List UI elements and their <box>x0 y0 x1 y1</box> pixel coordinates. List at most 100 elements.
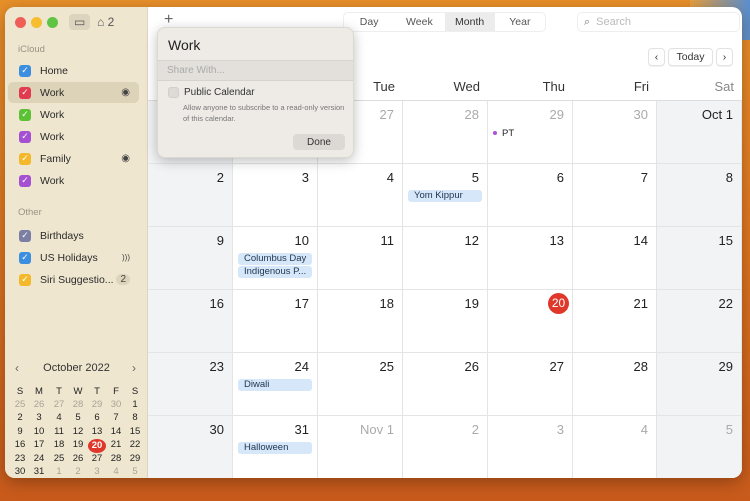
mini-day[interactable]: 20 <box>88 439 106 454</box>
mini-day[interactable]: 4 <box>107 466 125 477</box>
mini-day[interactable]: 17 <box>30 439 48 450</box>
day-cell[interactable]: Oct 1 <box>657 101 742 164</box>
day-cell[interactable]: 13 <box>488 227 573 290</box>
mini-day[interactable]: 5 <box>69 412 87 423</box>
mini-day[interactable]: 3 <box>88 466 106 477</box>
calendar-checkbox[interactable]: ✓ <box>19 64 31 77</box>
mini-day[interactable]: 30 <box>11 466 29 477</box>
event-item[interactable]: Halloween <box>238 442 312 454</box>
day-cell[interactable]: 20 <box>488 290 573 353</box>
mini-day[interactable]: 1 <box>50 466 68 477</box>
sidebar-item-calendar[interactable]: ✓ Siri Suggestio... 2 <box>8 269 139 290</box>
next-month-button[interactable]: › <box>716 48 733 66</box>
done-button[interactable]: Done <box>293 134 345 150</box>
day-cell[interactable]: 24 Diwali <box>233 353 318 416</box>
day-cell[interactable]: 28 <box>573 353 657 416</box>
mini-day[interactable]: 15 <box>126 426 144 437</box>
calendar-checkbox[interactable]: ✓ <box>19 130 31 143</box>
mini-day[interactable]: 10 <box>30 426 48 437</box>
day-cell[interactable]: 9 <box>148 227 233 290</box>
event-item[interactable]: Diwali <box>238 379 312 391</box>
day-cell[interactable]: 3 <box>233 164 318 227</box>
mini-day[interactable]: 18 <box>50 439 68 450</box>
mini-day[interactable]: 5 <box>126 466 144 477</box>
day-cell[interactable]: 22 <box>657 290 742 353</box>
day-cell[interactable]: 30 <box>148 416 233 478</box>
day-cell[interactable]: 31 Halloween <box>233 416 318 478</box>
event-item[interactable]: PT <box>493 128 514 139</box>
mini-day[interactable]: 31 <box>30 466 48 477</box>
sidebar-item-calendar[interactable]: ✓ Work ◉ <box>8 82 139 103</box>
view-tab-week[interactable]: Week <box>394 13 444 31</box>
minimize-button[interactable] <box>31 17 42 28</box>
mini-day[interactable]: 8 <box>126 412 144 423</box>
inbox-button[interactable]: ⌂ 2 <box>97 15 114 29</box>
mini-day[interactable]: 19 <box>69 439 87 450</box>
event-item[interactable]: Indigenous P... <box>238 266 312 278</box>
mini-day[interactable]: 16 <box>11 439 29 450</box>
calendar-checkbox[interactable]: ✓ <box>19 273 31 286</box>
mini-day[interactable]: 25 <box>50 453 68 464</box>
day-cell[interactable]: 19 <box>403 290 488 353</box>
today-button[interactable]: Today <box>668 48 713 66</box>
day-cell[interactable]: 2 <box>148 164 233 227</box>
calendar-checkbox[interactable]: ✓ <box>19 251 31 264</box>
mini-day[interactable]: 11 <box>50 426 68 437</box>
view-tab-year[interactable]: Year <box>495 13 545 31</box>
mini-day[interactable]: 23 <box>11 453 29 464</box>
calendar-checkbox[interactable]: ✓ <box>19 86 31 99</box>
mini-day[interactable]: 27 <box>88 453 106 464</box>
sidebar-item-calendar[interactable]: ✓ Work <box>8 104 139 125</box>
mini-day[interactable]: 1 <box>126 399 144 410</box>
mini-day[interactable]: 29 <box>88 399 106 410</box>
day-cell[interactable]: 27 <box>488 353 573 416</box>
mini-day[interactable]: 28 <box>69 399 87 410</box>
mini-day[interactable]: 27 <box>50 399 68 410</box>
share-with-input[interactable]: Share With... <box>158 60 353 81</box>
day-cell[interactable]: 15 <box>657 227 742 290</box>
day-cell[interactable]: 10 Columbus Day Indigenous P... <box>233 227 318 290</box>
mini-day[interactable]: 30 <box>107 399 125 410</box>
day-cell[interactable]: 18 <box>318 290 403 353</box>
sidebar-item-calendar[interactable]: ✓ Home <box>8 60 139 81</box>
view-tab-month[interactable]: Month <box>444 13 495 31</box>
sidebar-item-calendar[interactable]: ✓ Birthdays <box>8 225 139 246</box>
calendar-checkbox[interactable]: ✓ <box>19 174 31 187</box>
mini-day[interactable]: 25 <box>11 399 29 410</box>
mini-day[interactable]: 26 <box>69 453 87 464</box>
calendar-checkbox[interactable]: ✓ <box>19 108 31 121</box>
day-cell[interactable]: 6 <box>488 164 573 227</box>
day-cell[interactable]: Nov 1 <box>318 416 403 478</box>
mini-day[interactable]: 7 <box>107 412 125 423</box>
calendar-checkbox[interactable]: ✓ <box>19 152 31 165</box>
sidebar-item-calendar[interactable]: ✓ US Holidays))) <box>8 247 139 268</box>
day-cell[interactable]: 7 <box>573 164 657 227</box>
sidebar-item-calendar[interactable]: ✓ Work <box>8 126 139 147</box>
day-cell[interactable]: 5 Yom Kippur <box>403 164 488 227</box>
mini-day[interactable]: 21 <box>107 439 125 450</box>
day-cell[interactable]: 30 <box>573 101 657 164</box>
day-cell[interactable]: 29 <box>657 353 742 416</box>
day-cell[interactable]: 28 <box>403 101 488 164</box>
day-cell[interactable]: 12 <box>403 227 488 290</box>
day-cell[interactable]: 16 <box>148 290 233 353</box>
mini-day[interactable]: 22 <box>126 439 144 450</box>
day-cell[interactable]: 23 <box>148 353 233 416</box>
mini-day[interactable]: 29 <box>126 453 144 464</box>
mini-day[interactable]: 13 <box>88 426 106 437</box>
mini-day[interactable]: 26 <box>30 399 48 410</box>
mini-day[interactable]: 28 <box>107 453 125 464</box>
mini-day[interactable]: 3 <box>30 412 48 423</box>
sidebar-toggle-icon[interactable]: ▭ <box>69 14 91 30</box>
day-cell[interactable]: 14 <box>573 227 657 290</box>
day-cell[interactable]: 3 <box>488 416 573 478</box>
prev-month-button[interactable]: ‹ <box>648 48 665 66</box>
day-cell[interactable]: 11 <box>318 227 403 290</box>
day-cell[interactable]: 29 PT <box>488 101 573 164</box>
mini-next-icon[interactable]: › <box>132 361 136 375</box>
sidebar-item-calendar[interactable]: ✓ Work <box>8 170 139 191</box>
sidebar-item-calendar[interactable]: ✓ Family ◉ <box>8 148 139 169</box>
day-cell[interactable]: 21 <box>573 290 657 353</box>
close-button[interactable] <box>15 17 26 28</box>
search-input[interactable]: ⌕ Search <box>577 12 740 32</box>
